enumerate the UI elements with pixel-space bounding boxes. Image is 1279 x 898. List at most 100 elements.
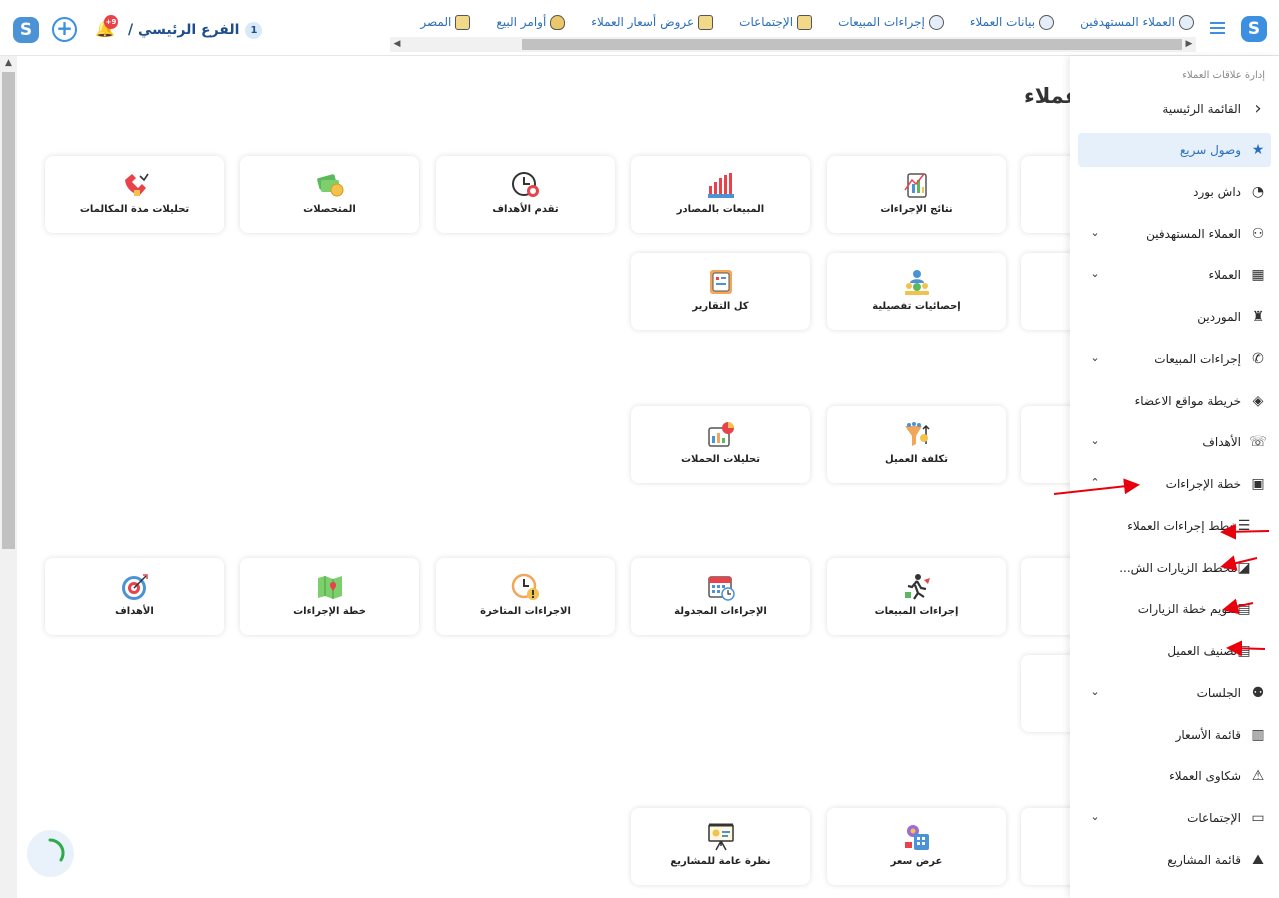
group-icon: ⚉ [1251,685,1265,701]
action-results-icon [903,173,927,198]
card-scheduled-actions[interactable]: الإجراءات المجدولة [631,558,810,635]
campaign-analytics-icon [707,422,734,447]
sidebar-item-dashboard[interactable]: ◔ داش بورد [1078,175,1271,209]
card-goals[interactable]: الأهداف [45,558,224,635]
card-sales-actions[interactable]: إجراءات المبيعات [827,558,1006,635]
scheduled-actions-icon [707,576,735,601]
sidebar-subitem-customer-classification[interactable]: ▤ تصنيف العميل [1078,634,1271,668]
sidebar-title: إدارة علاقات العملاء [1182,70,1265,81]
calendar-grid-icon: ▤ [1237,643,1251,659]
nav-link-customer-data[interactable]: بيانات العملاء [970,14,1055,30]
card-campaign-analytics[interactable]: تحليلات الحملات [631,406,810,483]
sidebar-item-sales-actions[interactable]: ✆ إجراءات المبيعات ⌄ [1078,342,1271,376]
dashboard-gauge-icon: ◔ [1251,184,1265,200]
add-button[interactable]: + [52,17,77,42]
card-goal-progress[interactable]: تقدم الأهداف [436,156,615,233]
sidebar-item-complaints[interactable]: ⚠ شكاوى العملاء [1078,759,1271,793]
scrollbar-thumb[interactable] [522,39,1182,50]
chevron-left-icon: ‹ [1254,98,1262,119]
cash-icon [316,174,343,197]
loading-spinner [27,830,74,877]
users-icon: ⚇ [1251,226,1265,242]
chevron-up-icon[interactable]: ⌃ [1088,476,1102,490]
card-collections[interactable]: المتحصلات [240,156,419,233]
sidebar-item-main-menu[interactable]: ‹ القائمة الرئيسية [1078,92,1271,126]
card-customer-cost[interactable]: تكلفة العميل [827,406,1006,483]
sidebar-item-action-plan[interactable]: ▣ خطة الإجراءات ⌃ [1078,467,1271,501]
page-scrollbar-thumb[interactable] [2,72,15,549]
card-call-duration[interactable]: تحليلات مدة المكالمات [45,156,224,233]
nav-link-price-offers[interactable]: عروض أسعار العملاء [591,14,714,30]
sidebar-subitem-visits-chart[interactable]: ◪ مخطط الزيارات الش... [1078,551,1271,585]
chart-icon: ◪ [1237,560,1251,576]
chevron-down-icon[interactable]: ⌄ [1088,685,1102,699]
sidebar-item-projects[interactable]: ⛰ قائمة المشاريع [1078,843,1271,877]
scroll-left-arrow-icon[interactable]: ◀ [390,37,404,52]
video-icon: ▭ [1251,810,1265,826]
all-reports-icon [709,270,732,294]
laptop-icon [455,14,471,30]
chevron-down-icon[interactable]: ⌄ [1088,267,1102,281]
sidebar-item-price-list[interactable]: ▥ قائمة الأسعار [1078,718,1271,752]
sidebar-subitem-customer-action-plans[interactable]: ☰ خطط إجراءات العملاء [1078,509,1271,543]
card-detailed-stats[interactable]: إحصائيات تفصيلية [827,253,1006,330]
action-plan-icon [317,576,342,599]
user-data-icon [1039,14,1055,30]
branch-selector[interactable]: 1 الفرع الرئيسي / [128,18,263,42]
monitor-icon [797,14,813,30]
top-bar: S + 🔔 +9 1 الفرع الرئيسي / العملاء المست… [0,0,1279,56]
detailed-stats-icon [904,270,929,295]
calendar-icon: ▤ [1237,601,1251,617]
sidebar-item-customers[interactable]: ▦ العملاء ⌄ [1078,258,1271,292]
brand-logo-icon[interactable]: S [1241,16,1267,42]
price-list-icon: ▥ [1251,727,1265,743]
chevron-down-icon[interactable]: ⌄ [1088,351,1102,365]
card-action-plan[interactable]: خطة الإجراءات [240,558,419,635]
sidebar-item-suppliers[interactable]: ♜ الموردين [1078,300,1271,334]
supplier-icon: ♜ [1251,309,1265,325]
nav-link-meetings[interactable]: الإجتماعات [739,14,813,30]
card-late-actions[interactable]: الاجراءات المتاخرة [436,558,615,635]
notification-badge: +9 [104,15,118,29]
branch-number: 1 [245,21,263,39]
money-bag-icon [550,14,566,30]
chevron-down-icon[interactable]: ⌄ [1088,226,1102,240]
target-icon [121,574,148,600]
late-actions-icon [511,573,539,600]
card-all-reports[interactable]: كل التقارير [631,253,810,330]
sidebar-subitem-visits-calendar[interactable]: ▤ تقويم خطة الزيارات [1078,592,1271,626]
menu-icon[interactable] [1210,22,1225,34]
chevron-down-icon[interactable]: ⌄ [1088,434,1102,448]
sidebar-item-quick-access[interactable]: ★ وصول سريع [1078,133,1271,167]
nav-link-expenses[interactable]: المصر [420,14,471,30]
sidebar-item-meetings[interactable]: ▭ الإجتماعات ⌄ [1078,801,1271,835]
nav-link-sales-actions[interactable]: إجراءات المبيعات [838,14,944,30]
top-nav-links: العملاء المستهدفين بيانات العملاء إجراءا… [388,11,1194,33]
users-icon [1179,14,1194,30]
nav-horizontal-scrollbar[interactable]: ◀ ▶ [390,37,1196,52]
app-logo-icon[interactable]: S [13,17,39,43]
spinner-icon [48,838,65,862]
sidebar: إدارة علاقات العملاء ‹ القائمة الرئيسية … [1070,56,1279,898]
calendar-gear-icon: ▣ [1251,476,1265,492]
scroll-up-arrow-icon[interactable]: ▲ [0,56,17,70]
nav-link-sales-orders[interactable]: أوامر البيع [496,14,566,30]
card-projects-overview[interactable]: نظرة عامة للمشاريع [631,808,810,885]
card-action-results[interactable]: نتائج الإجراءات [827,156,1006,233]
projects-icon: ⛰ [1252,852,1264,868]
card-price-quote[interactable]: عرض سعر [827,808,1006,885]
sidebar-item-goals[interactable]: ☏ الأهداف ⌄ [1078,425,1271,459]
nav-link-target-customers[interactable]: العملاء المستهدفين [1080,14,1194,30]
branch-label: الفرع الرئيسي / [128,22,240,38]
page-vertical-scrollbar[interactable]: ▲ [0,56,17,898]
sidebar-item-members-map[interactable]: ◈ خريطة مواقع الاعضاء [1078,384,1271,418]
price-quote-icon [904,825,929,850]
chevron-down-icon[interactable]: ⌄ [1088,810,1102,824]
customer-cost-icon [904,422,930,446]
card-sales-by-source[interactable]: المبيعات بالمصادر [631,156,810,233]
scroll-right-arrow-icon[interactable]: ▶ [1182,37,1196,52]
location-icon: ◈ [1252,393,1264,409]
sidebar-item-sessions[interactable]: ⚉ الجلسات ⌄ [1078,676,1271,710]
sidebar-item-target-customers[interactable]: ⚇ العملاء المستهدفين ⌄ [1078,217,1271,251]
sales-actions-icon [904,574,930,600]
